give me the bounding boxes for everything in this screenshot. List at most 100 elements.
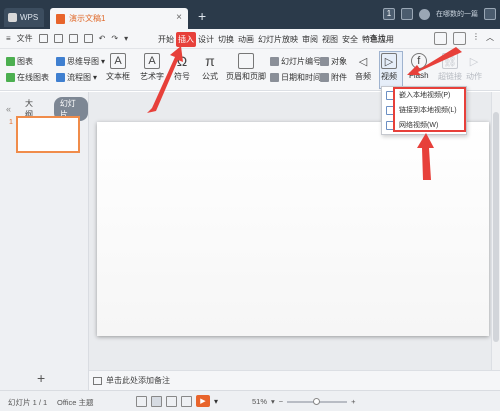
speaker-icon: ◁ bbox=[358, 55, 368, 68]
tab-security[interactable]: 安全 bbox=[340, 32, 360, 47]
wps-home-label: WPS bbox=[20, 13, 39, 22]
notes-toggle-icon[interactable] bbox=[136, 395, 147, 407]
share-icon[interactable] bbox=[453, 32, 466, 45]
mindmap-button[interactable]: 思维导图 ▾ bbox=[56, 56, 105, 67]
attachment-button[interactable]: 附件 bbox=[320, 72, 347, 83]
chart-label: 图表 bbox=[17, 57, 33, 66]
date-time-button[interactable]: 日期和时间 bbox=[270, 72, 321, 83]
play-options-icon[interactable]: ▾ bbox=[214, 397, 218, 406]
wps-home-tab[interactable]: WPS bbox=[4, 8, 44, 27]
hamburger-icon[interactable]: ≡ bbox=[6, 34, 11, 43]
omega-icon: Ω bbox=[176, 53, 188, 69]
chart-button[interactable]: 图表 bbox=[6, 56, 33, 67]
layout-icon[interactable] bbox=[401, 8, 413, 20]
symbol-button[interactable]: Ω 符号 bbox=[174, 53, 190, 82]
formula-label: 公式 bbox=[202, 72, 218, 81]
video-button[interactable]: ▷ 视频 bbox=[381, 53, 397, 82]
slide[interactable] bbox=[97, 122, 489, 336]
zoom-level[interactable]: 51% bbox=[252, 397, 267, 406]
tab-view[interactable]: 视图 bbox=[320, 32, 340, 47]
zoom-slider-knob[interactable] bbox=[313, 397, 321, 405]
search-icon: ⌕ bbox=[363, 33, 368, 43]
attachment-label: 附件 bbox=[331, 73, 347, 82]
slide-thumbnail-number: 1 bbox=[9, 119, 13, 126]
cloud-sync-icon[interactable] bbox=[434, 32, 447, 45]
collapse-panel-icon[interactable]: « bbox=[6, 104, 11, 114]
link-icon: ⛓ bbox=[442, 53, 458, 69]
action-button[interactable]: ▷ 动作 bbox=[466, 53, 482, 82]
action-label: 动作 bbox=[466, 72, 482, 81]
object-button[interactable]: 对象 bbox=[320, 56, 347, 67]
formula-button[interactable]: π 公式 bbox=[202, 53, 218, 82]
art-text-icon: A bbox=[144, 53, 160, 69]
add-slide-button[interactable]: + bbox=[37, 370, 45, 386]
audio-label: 音频 bbox=[355, 72, 371, 81]
textbox-button[interactable]: A 文本框 bbox=[106, 53, 130, 82]
save-icon[interactable] bbox=[38, 34, 48, 43]
header-footer-icon bbox=[238, 53, 254, 69]
search-label: 查找... bbox=[369, 34, 393, 43]
slide-thumbnail[interactable] bbox=[16, 116, 80, 153]
mindmap-icon bbox=[56, 57, 65, 66]
pi-icon: π bbox=[205, 53, 215, 69]
zoom-slider[interactable] bbox=[287, 397, 348, 405]
calendar-icon bbox=[270, 73, 279, 82]
print-preview-icon[interactable] bbox=[68, 34, 78, 43]
online-chart-button[interactable]: 在线图表 bbox=[6, 72, 49, 83]
scrollbar-thumb[interactable] bbox=[493, 112, 499, 342]
play-slideshow-button[interactable]: ▶ bbox=[196, 395, 210, 407]
flash-button[interactable]: f Flash bbox=[409, 53, 429, 80]
header-footer-button[interactable]: 页眉和页脚 bbox=[226, 53, 266, 82]
minimize-icon[interactable] bbox=[484, 8, 496, 20]
tab-slideshow[interactable]: 幻灯片放映 bbox=[256, 32, 300, 47]
wps-logo-icon bbox=[8, 13, 17, 22]
more-icon[interactable]: ▾ bbox=[124, 34, 128, 43]
header-footer-label: 页眉和页脚 bbox=[226, 72, 266, 81]
zoom-out-button[interactable]: − bbox=[279, 397, 283, 406]
video-label: 视频 bbox=[381, 72, 397, 81]
notes-placeholder: 单击此处添加备注 bbox=[106, 376, 170, 385]
format-painter-icon[interactable] bbox=[83, 34, 93, 43]
tab-insert[interactable]: 插入 bbox=[176, 32, 196, 47]
title-bar: WPS 演示文稿1 × + 1 在哪数的一篇 bbox=[0, 0, 500, 29]
user-name[interactable]: 在哪数的一篇 bbox=[436, 9, 478, 19]
tab-transition[interactable]: 切换 bbox=[216, 32, 236, 47]
audio-button[interactable]: ◁ 音频 bbox=[355, 53, 371, 82]
print-icon[interactable] bbox=[53, 34, 63, 43]
search-button[interactable]: ⌕ 查找... bbox=[363, 33, 392, 44]
online-chart-icon bbox=[6, 73, 15, 82]
theme-name[interactable]: Office 主题 bbox=[57, 397, 94, 408]
tab-design[interactable]: 设计 bbox=[196, 32, 216, 47]
vertical-scrollbar[interactable] bbox=[491, 92, 500, 370]
object-label: 对象 bbox=[331, 57, 347, 66]
avatar[interactable] bbox=[419, 8, 430, 20]
page-count-badge[interactable]: 1 bbox=[383, 8, 395, 20]
slide-info: 幻灯片 1 / 1 bbox=[8, 398, 48, 407]
normal-view-icon[interactable] bbox=[151, 395, 162, 407]
mindmap-label: 思维导图 bbox=[67, 57, 99, 66]
online-chart-label: 在线图表 bbox=[17, 73, 49, 82]
zoom-in-button[interactable]: + bbox=[351, 397, 355, 406]
undo-icon[interactable]: ↶ bbox=[99, 34, 106, 43]
file-menu[interactable]: 文件 bbox=[17, 33, 33, 44]
menu-tabs: 开始 插入 设计 切换 动画 幻灯片放映 审阅 视图 安全 特色应用 bbox=[156, 32, 396, 47]
flowchart-label: 流程图 bbox=[67, 73, 91, 82]
redo-icon[interactable]: ↷ bbox=[111, 34, 118, 43]
close-tab-icon[interactable]: × bbox=[176, 12, 182, 23]
collapse-ribbon-icon[interactable]: ︿ bbox=[486, 32, 494, 45]
slide-number-icon bbox=[270, 57, 279, 66]
hyperlink-button[interactable]: ⛓ 超链接 bbox=[438, 53, 462, 82]
slide-number-label: 幻灯片编号 bbox=[281, 57, 321, 66]
notes-area[interactable]: 单击此处添加备注 bbox=[89, 370, 500, 390]
new-tab-button[interactable]: + bbox=[198, 9, 206, 23]
tab-review[interactable]: 审阅 bbox=[300, 32, 320, 47]
tab-animation[interactable]: 动画 bbox=[236, 32, 256, 47]
slide-number-button[interactable]: 幻灯片编号 bbox=[270, 56, 321, 67]
tab-home[interactable]: 开始 bbox=[156, 32, 176, 47]
reading-view-icon[interactable] bbox=[181, 395, 192, 407]
more-options-icon[interactable]: ⋮ bbox=[472, 32, 480, 45]
slide-sorter-icon[interactable] bbox=[166, 395, 177, 407]
flowchart-button[interactable]: 流程图 ▾ bbox=[56, 72, 97, 83]
art-text-button[interactable]: A 艺术字 bbox=[140, 53, 164, 82]
document-tab[interactable]: 演示文稿1 × bbox=[50, 8, 188, 29]
